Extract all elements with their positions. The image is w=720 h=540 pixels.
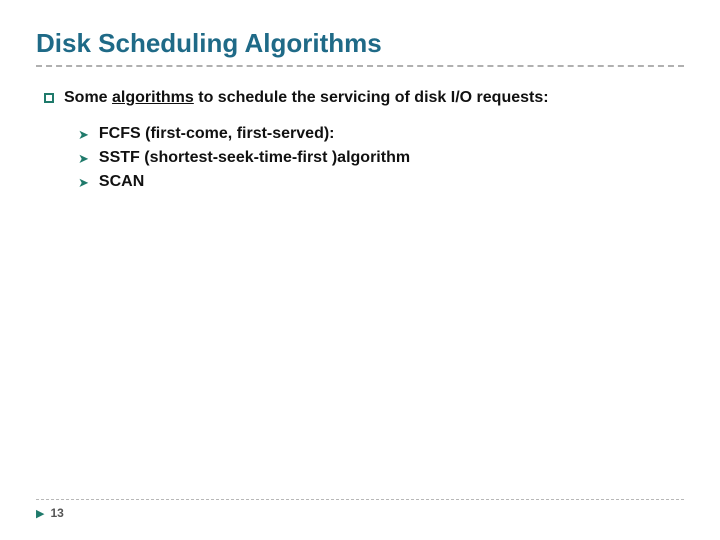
chevron-right-icon: ➤ [78, 127, 89, 143]
slide: Disk Scheduling Algorithms Some algorith… [0, 0, 720, 540]
lead-bullet-row: Some algorithms to schedule the servicin… [44, 89, 684, 107]
title-divider [36, 65, 684, 67]
slide-title: Disk Scheduling Algorithms [36, 28, 684, 63]
slide-footer: ▶ 13 [36, 499, 684, 520]
lead-underlined: algorithms [112, 89, 194, 106]
page-number: 13 [50, 506, 63, 520]
sub-list: ➤ FCFS (first-come, first-served): ➤ SST… [78, 125, 684, 191]
list-item-text: FCFS (first-come, first-served): [99, 125, 335, 143]
list-item: ➤ FCFS (first-come, first-served): [78, 125, 684, 143]
list-item: ➤ SCAN [78, 173, 684, 191]
play-arrow-icon: ▶ [36, 507, 44, 520]
footer-divider [36, 499, 684, 500]
lead-text: Some algorithms to schedule the servicin… [64, 89, 549, 107]
list-item-text: SCAN [99, 173, 144, 191]
list-item: ➤ SSTF (shortest-seek-time-first )algori… [78, 149, 684, 167]
page-number-row: ▶ 13 [36, 506, 684, 520]
chevron-right-icon: ➤ [78, 151, 89, 167]
lead-suffix: to schedule the servicing of disk I/O re… [194, 89, 549, 106]
square-bullet-icon [44, 93, 54, 103]
chevron-right-icon: ➤ [78, 175, 89, 191]
lead-prefix: Some [64, 89, 112, 106]
list-item-text: SSTF (shortest-seek-time-first )algorith… [99, 149, 410, 167]
